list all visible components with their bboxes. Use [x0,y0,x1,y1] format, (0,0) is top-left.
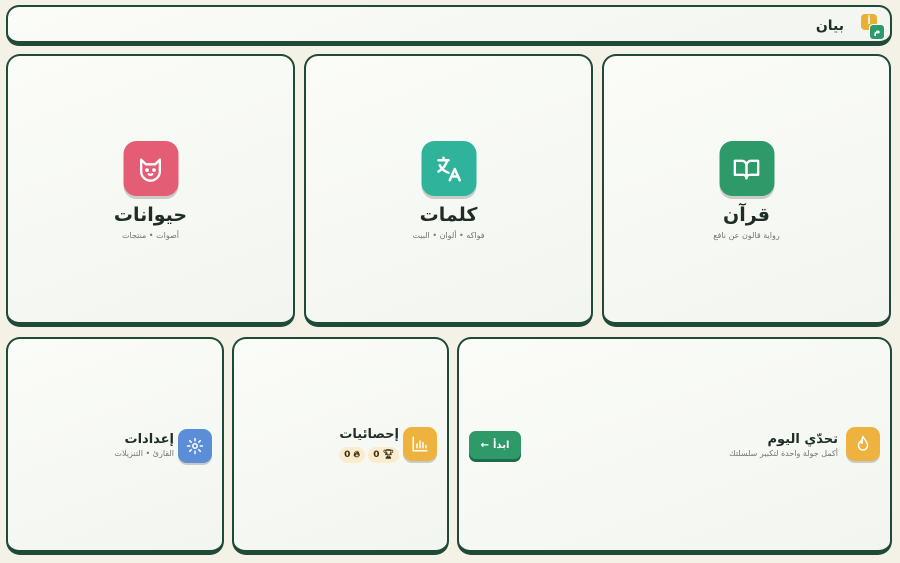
tile-quran[interactable]: قرآن رواية قالون عن نافع [602,54,891,327]
tile-subtitle: فواكه • ألوان • البيت [412,231,485,240]
open-book-icon [719,141,774,196]
gear-icon [178,429,212,463]
streak-chip: 🔥︎ 0 [339,447,365,463]
tile-words[interactable]: كلمات فواكه • ألوان • البيت [304,54,593,327]
settings-card[interactable]: إعدادات القارئ • التنزيلات [6,337,224,555]
start-button[interactable]: ابدأ ← [469,431,521,459]
settings-subtitle: القارئ • التنزيلات [114,449,174,458]
streak-count: 0 [344,450,351,460]
logo-tile-mim: م [869,24,885,40]
bar-chart-icon [403,427,437,461]
tile-subtitle: رواية قالون عن نافع [713,231,780,240]
trophy-icon: 🏆︎ [382,450,394,460]
flame-icon [846,427,880,461]
tile-title: كلمات [419,204,478,226]
tile-title: حيوانات [113,204,188,226]
app-logo[interactable]: أ م [861,14,885,40]
stats-title: إحصائيات [339,427,399,442]
daily-challenge-subtitle: أكمل جولة واحدة لتكبير سلسلتك [729,449,838,458]
trophy-count: 0 [373,450,380,460]
daily-challenge-title: تحدّي اليوم [767,432,838,447]
flame-small-icon: 🔥︎ [353,450,360,460]
settings-title: إعدادات [124,432,175,447]
top-bar: أ م بيان [6,5,892,46]
arrow-left-icon: ← [480,439,489,451]
tile-title: قرآن [723,204,770,226]
cat-face-icon [123,141,178,196]
start-button-label: ابدأ [493,439,510,451]
translate-icon [421,141,476,196]
tile-subtitle: أصوات • منتجات [122,231,179,240]
stats-card[interactable]: إحصائيات 🏆︎ 0 🔥︎ 0 [232,337,449,555]
tile-animals[interactable]: حيوانات أصوات • منتجات [6,54,295,327]
trophy-chip: 🏆︎ 0 [368,447,399,463]
app-title: بيان [815,18,844,34]
daily-challenge-card: تحدّي اليوم أكمل جولة واحدة لتكبير سلسلت… [457,337,892,555]
